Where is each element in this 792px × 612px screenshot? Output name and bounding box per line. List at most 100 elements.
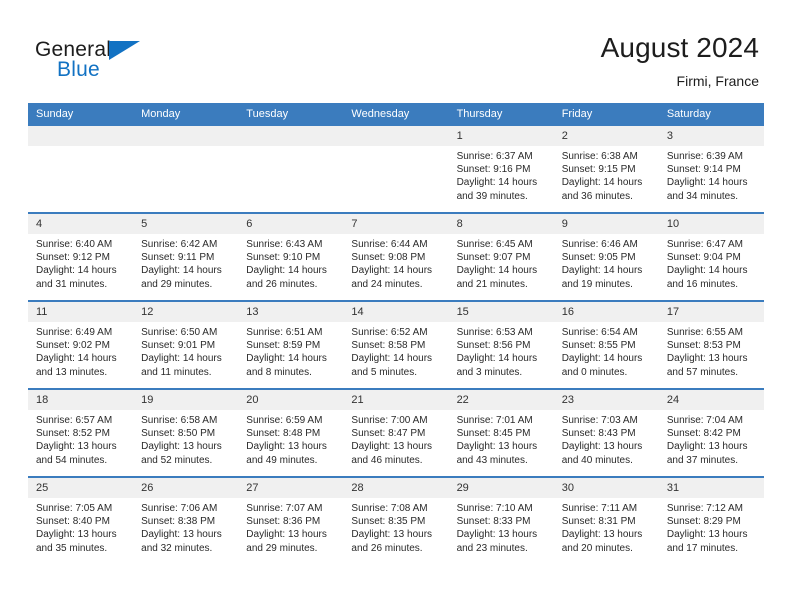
day-cell[interactable]: 25 Sunrise: 7:05 AM Sunset: 8:40 PM Dayligh…	[28, 478, 134, 564]
daylight-text: Daylight: 13 hours and 20 minutes.	[561, 529, 643, 554]
day-cell[interactable]: 7 Sunrise: 6:44 AM Sunset: 9:08 PM Daylight…	[343, 214, 449, 300]
daylight-text: Daylight: 13 hours and 46 minutes.	[351, 441, 433, 466]
sunset-text: Sunset: 8:58 PM	[351, 340, 426, 352]
day-cell[interactable]: 12 Sunrise: 6:50 AM Sunset: 9:01 PM Dayligh…	[133, 302, 239, 388]
day-number: 25	[28, 478, 134, 498]
sunrise-text: Sunrise: 6:54 AM	[561, 327, 638, 338]
sunset-text: Sunset: 8:48 PM	[246, 428, 321, 440]
day-cell[interactable]: 11 Sunrise: 6:49 AM Sunset: 9:02 PM Dayligh…	[28, 302, 134, 388]
calendar-cell: 17 Sunrise: 6:55 AM Sunset: 8:53 PM Dayligh…	[658, 300, 764, 389]
day-cell[interactable]: 26 Sunrise: 7:06 AM Sunset: 8:38 PM Dayligh…	[133, 478, 239, 564]
day-details: Sunrise: 6:54 AM Sunset: 8:55 PM Daylight:…	[554, 322, 659, 379]
day-cell[interactable]: 15 Sunrise: 6:53 AM Sunset: 8:56 PM Dayligh…	[448, 302, 554, 388]
day-details: Sunrise: 7:10 AM Sunset: 8:33 PM Daylight:…	[449, 498, 554, 555]
day-details: Sunrise: 6:37 AM Sunset: 9:16 PM Daylight:…	[449, 146, 554, 203]
day-cell[interactable]: 22 Sunrise: 7:01 AM Sunset: 8:45 PM Dayligh…	[448, 390, 554, 476]
daylight-text: Daylight: 13 hours and 54 minutes.	[36, 441, 117, 466]
weekday-header-tuesday: Tuesday	[238, 103, 344, 126]
day-details	[133, 146, 238, 150]
calendar-cell: 7 Sunrise: 6:44 AM Sunset: 9:08 PM Daylight…	[343, 212, 449, 301]
day-details	[238, 146, 343, 150]
day-details: Sunrise: 6:52 AM Sunset: 8:58 PM Daylight:…	[343, 322, 448, 379]
day-cell[interactable]: 10 Sunrise: 6:47 AM Sunset: 9:04 PM Dayligh…	[658, 214, 764, 300]
calendar-week-row: 25 Sunrise: 7:05 AM Sunset: 8:40 PM Dayligh…	[28, 476, 764, 564]
sunrise-text: Sunrise: 6:47 AM	[666, 239, 743, 250]
sunrise-text: Sunrise: 6:59 AM	[246, 415, 323, 426]
day-details: Sunrise: 7:06 AM Sunset: 8:38 PM Daylight:…	[133, 498, 238, 555]
day-cell[interactable]: 4 Sunrise: 6:40 AM Sunset: 9:12 PM Daylight…	[28, 214, 134, 300]
calendar-cell: 8 Sunrise: 6:45 AM Sunset: 9:07 PM Daylight…	[448, 212, 554, 301]
daylight-text: Daylight: 14 hours and 11 minutes.	[141, 353, 222, 378]
daylight-text: Daylight: 13 hours and 49 minutes.	[246, 441, 327, 466]
day-details: Sunrise: 7:03 AM Sunset: 8:43 PM Daylight:…	[554, 410, 659, 467]
daylight-text: Daylight: 14 hours and 5 minutes.	[351, 353, 433, 378]
day-details: Sunrise: 6:49 AM Sunset: 9:02 PM Daylight:…	[28, 322, 133, 379]
weekday-header-thursday: Thursday	[448, 103, 554, 126]
day-cell[interactable]: 28 Sunrise: 7:08 AM Sunset: 8:35 PM Dayligh…	[343, 478, 449, 564]
sunset-text: Sunset: 8:33 PM	[456, 516, 531, 528]
calendar-cell: 3 Sunrise: 6:39 AM Sunset: 9:14 PM Daylight…	[658, 126, 764, 213]
day-cell[interactable]: 20 Sunrise: 6:59 AM Sunset: 8:48 PM Dayligh…	[238, 390, 344, 476]
day-cell[interactable]: 16 Sunrise: 6:54 AM Sunset: 8:55 PM Dayligh…	[553, 302, 659, 388]
daylight-text: Daylight: 13 hours and 23 minutes.	[456, 529, 538, 554]
calendar-table: Sunday Monday Tuesday Wednesday Thursday…	[28, 103, 764, 564]
day-details: Sunrise: 6:59 AM Sunset: 8:48 PM Daylight:…	[238, 410, 343, 467]
day-cell[interactable]: 27 Sunrise: 7:07 AM Sunset: 8:36 PM Dayligh…	[238, 478, 344, 564]
day-cell[interactable]: 1 Sunrise: 6:37 AM Sunset: 9:16 PM Daylight…	[448, 126, 554, 212]
day-details: Sunrise: 6:57 AM Sunset: 8:52 PM Daylight:…	[28, 410, 133, 467]
day-cell[interactable]: 9 Sunrise: 6:46 AM Sunset: 9:05 PM Daylight…	[553, 214, 659, 300]
day-cell[interactable]: 18 Sunrise: 6:57 AM Sunset: 8:52 PM Dayligh…	[28, 390, 134, 476]
day-details: Sunrise: 7:11 AM Sunset: 8:31 PM Daylight:…	[554, 498, 659, 555]
day-details	[28, 146, 133, 150]
day-cell[interactable]: 30 Sunrise: 7:11 AM Sunset: 8:31 PM Dayligh…	[553, 478, 659, 564]
sunset-text: Sunset: 8:38 PM	[141, 516, 216, 528]
sunrise-text: Sunrise: 6:49 AM	[36, 327, 113, 338]
day-cell[interactable]: 24 Sunrise: 7:04 AM Sunset: 8:42 PM Dayligh…	[658, 390, 764, 476]
day-cell[interactable]: 5 Sunrise: 6:42 AM Sunset: 9:11 PM Daylight…	[133, 214, 239, 300]
day-cell-empty	[343, 126, 449, 212]
calendar-cell: 5 Sunrise: 6:42 AM Sunset: 9:11 PM Daylight…	[133, 212, 239, 301]
day-cell[interactable]: 13 Sunrise: 6:51 AM Sunset: 8:59 PM Dayligh…	[238, 302, 344, 388]
day-cell[interactable]: 31 Sunrise: 7:12 AM Sunset: 8:29 PM Dayligh…	[658, 478, 764, 564]
sunrise-text: Sunrise: 6:53 AM	[456, 327, 533, 338]
sunset-text: Sunset: 9:05 PM	[561, 252, 636, 264]
sunrise-text: Sunrise: 6:55 AM	[666, 327, 743, 338]
sunrise-text: Sunrise: 6:45 AM	[456, 239, 533, 250]
calendar-cell	[343, 126, 449, 213]
day-cell[interactable]: 6 Sunrise: 6:43 AM Sunset: 9:10 PM Daylight…	[238, 214, 344, 300]
day-number: 18	[28, 390, 134, 410]
day-details: Sunrise: 6:39 AM Sunset: 9:14 PM Daylight:…	[659, 146, 764, 203]
calendar-cell: 22 Sunrise: 7:01 AM Sunset: 8:45 PM Dayligh…	[448, 388, 554, 477]
sunset-text: Sunset: 8:31 PM	[561, 516, 636, 528]
day-cell[interactable]: 29 Sunrise: 7:10 AM Sunset: 8:33 PM Dayligh…	[448, 478, 554, 564]
day-number	[28, 126, 134, 146]
day-number: 28	[343, 478, 449, 498]
day-cell[interactable]: 17 Sunrise: 6:55 AM Sunset: 8:53 PM Dayligh…	[658, 302, 764, 388]
day-cell[interactable]: 21 Sunrise: 7:00 AM Sunset: 8:47 PM Dayligh…	[343, 390, 449, 476]
daylight-text: Daylight: 13 hours and 17 minutes.	[666, 529, 748, 554]
calendar-cell: 21 Sunrise: 7:00 AM Sunset: 8:47 PM Dayligh…	[343, 388, 449, 477]
day-details: Sunrise: 7:04 AM Sunset: 8:42 PM Daylight:…	[659, 410, 764, 467]
day-number: 31	[658, 478, 764, 498]
sunrise-text: Sunrise: 6:39 AM	[666, 151, 743, 162]
sunset-text: Sunset: 8:36 PM	[246, 516, 321, 528]
day-number: 1	[448, 126, 554, 146]
calendar-cell: 30 Sunrise: 7:11 AM Sunset: 8:31 PM Dayligh…	[553, 476, 659, 564]
day-number: 16	[553, 302, 659, 322]
calendar-cell: 6 Sunrise: 6:43 AM Sunset: 9:10 PM Daylight…	[238, 212, 344, 301]
day-cell[interactable]: 19 Sunrise: 6:58 AM Sunset: 8:50 PM Dayligh…	[133, 390, 239, 476]
day-number: 3	[658, 126, 764, 146]
day-cell[interactable]: 8 Sunrise: 6:45 AM Sunset: 9:07 PM Daylight…	[448, 214, 554, 300]
calendar-cell: 4 Sunrise: 6:40 AM Sunset: 9:12 PM Daylight…	[28, 212, 134, 301]
day-details: Sunrise: 6:44 AM Sunset: 9:08 PM Daylight:…	[343, 234, 448, 291]
day-cell[interactable]: 3 Sunrise: 6:39 AM Sunset: 9:14 PM Daylight…	[658, 126, 764, 212]
brand-logo[interactable]: General Blue	[35, 38, 215, 88]
day-number: 6	[238, 214, 344, 234]
day-number: 11	[28, 302, 134, 322]
day-cell[interactable]: 23 Sunrise: 7:03 AM Sunset: 8:43 PM Dayligh…	[553, 390, 659, 476]
day-number: 23	[553, 390, 659, 410]
day-cell[interactable]: 14 Sunrise: 6:52 AM Sunset: 8:58 PM Dayligh…	[343, 302, 449, 388]
day-number: 2	[553, 126, 659, 146]
day-cell[interactable]: 2 Sunrise: 6:38 AM Sunset: 9:15 PM Daylight…	[553, 126, 659, 212]
day-cell-empty	[28, 126, 134, 212]
